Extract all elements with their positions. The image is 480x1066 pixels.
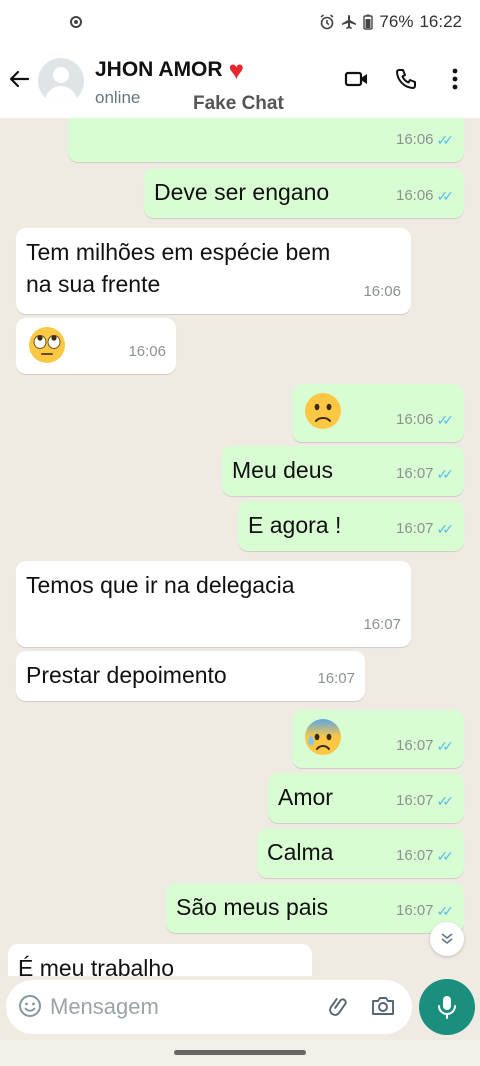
chat-header: JHON AMOR ♥ online Fake Chat: [0, 46, 480, 118]
anxious-sweat-emoji-icon: [305, 719, 341, 755]
worried-face-emoji-icon: [305, 393, 341, 429]
message-bubble[interactable]: 16:06 ✓✓: [68, 118, 464, 162]
message-time: 16:07: [395, 847, 434, 864]
message-text: E agora !: [248, 512, 342, 538]
message-input[interactable]: Mensagem: [50, 994, 159, 1020]
read-ticks-icon: ✓✓: [436, 412, 455, 428]
message-bubble[interactable]: 16:06: [16, 318, 176, 374]
message-meta: 16:06: [128, 336, 166, 368]
record-icon: [70, 16, 82, 28]
message-time: 16:07: [395, 737, 434, 754]
heart-emoji-icon: ♥: [228, 55, 244, 85]
alarm-icon: [320, 14, 334, 30]
message-meta: 16:06 ✓✓: [396, 404, 454, 436]
message-meta: 16:07 ✓✓: [396, 513, 454, 545]
avatar[interactable]: [38, 58, 84, 104]
message-bubble[interactable]: E agora ! 16:07 ✓✓: [238, 501, 464, 551]
read-ticks-icon: ✓✓: [436, 466, 455, 482]
message-text: Calma: [267, 839, 334, 865]
eye-roll-emoji-icon: [29, 327, 65, 363]
read-ticks-icon: ✓✓: [436, 793, 455, 809]
back-arrow-icon[interactable]: [8, 68, 30, 94]
message-text: Meu deus: [232, 457, 334, 483]
message-text: Amor: [278, 784, 333, 810]
phone-icon[interactable]: [391, 64, 421, 94]
message-bubble[interactable]: Calma 16:07 ✓✓: [257, 828, 464, 878]
contact-name[interactable]: JHON AMOR ♥: [95, 55, 244, 85]
message-time: 16:06: [395, 411, 434, 428]
airplane-icon: [342, 15, 357, 29]
message-text: Temos que ir na delegacia: [26, 572, 295, 598]
scroll-down-icon[interactable]: [430, 922, 464, 956]
message-text: São meus pais: [176, 894, 329, 920]
read-ticks-icon: ✓✓: [436, 738, 455, 754]
message-bubble[interactable]: Temos que ir na delegacia 16:07: [16, 561, 411, 647]
message-time: 16:06: [395, 131, 434, 148]
read-ticks-icon: ✓✓: [436, 188, 455, 204]
chat-messages[interactable]: 16:06 ✓✓ Deve ser engano 16:06 ✓✓ Tem milh…: [0, 118, 480, 976]
more-options-icon[interactable]: [440, 64, 470, 94]
message-meta: 16:06 ✓✓: [396, 180, 454, 212]
message-time: 16:06: [395, 187, 434, 204]
message-bubble[interactable]: 16:06 ✓✓: [292, 384, 464, 442]
message-time: 16:07: [395, 792, 434, 809]
message-text: Prestar depoimento: [26, 662, 227, 688]
read-ticks-icon: ✓✓: [436, 521, 455, 537]
message-bubble[interactable]: São meus pais 16:07 ✓✓: [166, 883, 464, 933]
battery-icon: [363, 14, 374, 30]
message-text: Deve ser engano: [154, 179, 330, 205]
message-bubble[interactable]: Prestar depoimento 16:07: [16, 651, 365, 701]
message-bubble[interactable]: É meu trabalho: [8, 944, 312, 976]
message-bubble[interactable]: 16:07 ✓✓: [292, 710, 464, 768]
message-meta: 16:07 ✓✓: [396, 458, 454, 490]
microphone-icon[interactable]: [419, 979, 475, 1035]
attach-icon[interactable]: [328, 994, 352, 1023]
contact-status: online: [95, 88, 141, 107]
message-meta: 16:07: [363, 609, 401, 641]
contact-name-text: JHON AMOR: [95, 58, 223, 81]
read-ticks-icon: ✓✓: [436, 848, 455, 864]
message-time: 16:07: [363, 616, 401, 633]
status-bar-right: 76% 16:22: [319, 12, 462, 32]
message-time: 16:07: [395, 520, 434, 537]
watermark: Fake Chat: [193, 93, 284, 114]
message-time: 16:07: [395, 902, 434, 919]
system-nav-bar: [0, 1040, 480, 1066]
message-bubble[interactable]: Meu deus 16:07 ✓✓: [222, 446, 464, 496]
clock: 16:22: [419, 12, 462, 31]
message-text: É meu trabalho: [18, 955, 174, 976]
message-meta: 16:06 ✓✓: [396, 124, 454, 156]
message-meta: 16:07 ✓✓: [396, 840, 454, 872]
gesture-handle[interactable]: [174, 1050, 306, 1055]
message-meta: 16:07 ✓✓: [396, 730, 454, 762]
message-text: Tem milhões em espécie bem na sua frente: [26, 239, 331, 297]
message-composer[interactable]: Mensagem: [6, 980, 412, 1034]
message-bubble[interactable]: Amor 16:07 ✓✓: [268, 773, 464, 823]
message-bubble[interactable]: Tem milhões em espécie bem na sua frente…: [16, 228, 411, 314]
battery-level: 76%: [379, 12, 414, 31]
video-call-icon[interactable]: [342, 64, 372, 94]
read-ticks-icon: ✓✓: [436, 132, 455, 148]
message-time: 16:07: [395, 465, 434, 482]
message-meta: 16:07 ✓✓: [396, 785, 454, 817]
status-bar: 76% 16:22: [0, 0, 480, 46]
camera-icon[interactable]: [370, 994, 396, 1023]
message-time: 16:07: [317, 670, 355, 687]
message-meta: 16:06: [363, 276, 401, 308]
message-bubble[interactable]: Deve ser engano 16:06 ✓✓: [144, 168, 464, 218]
message-meta: 16:07: [317, 663, 355, 695]
emoji-icon[interactable]: [18, 994, 42, 1023]
message-time: 16:06: [363, 283, 401, 300]
message-time: 16:06: [128, 343, 166, 360]
